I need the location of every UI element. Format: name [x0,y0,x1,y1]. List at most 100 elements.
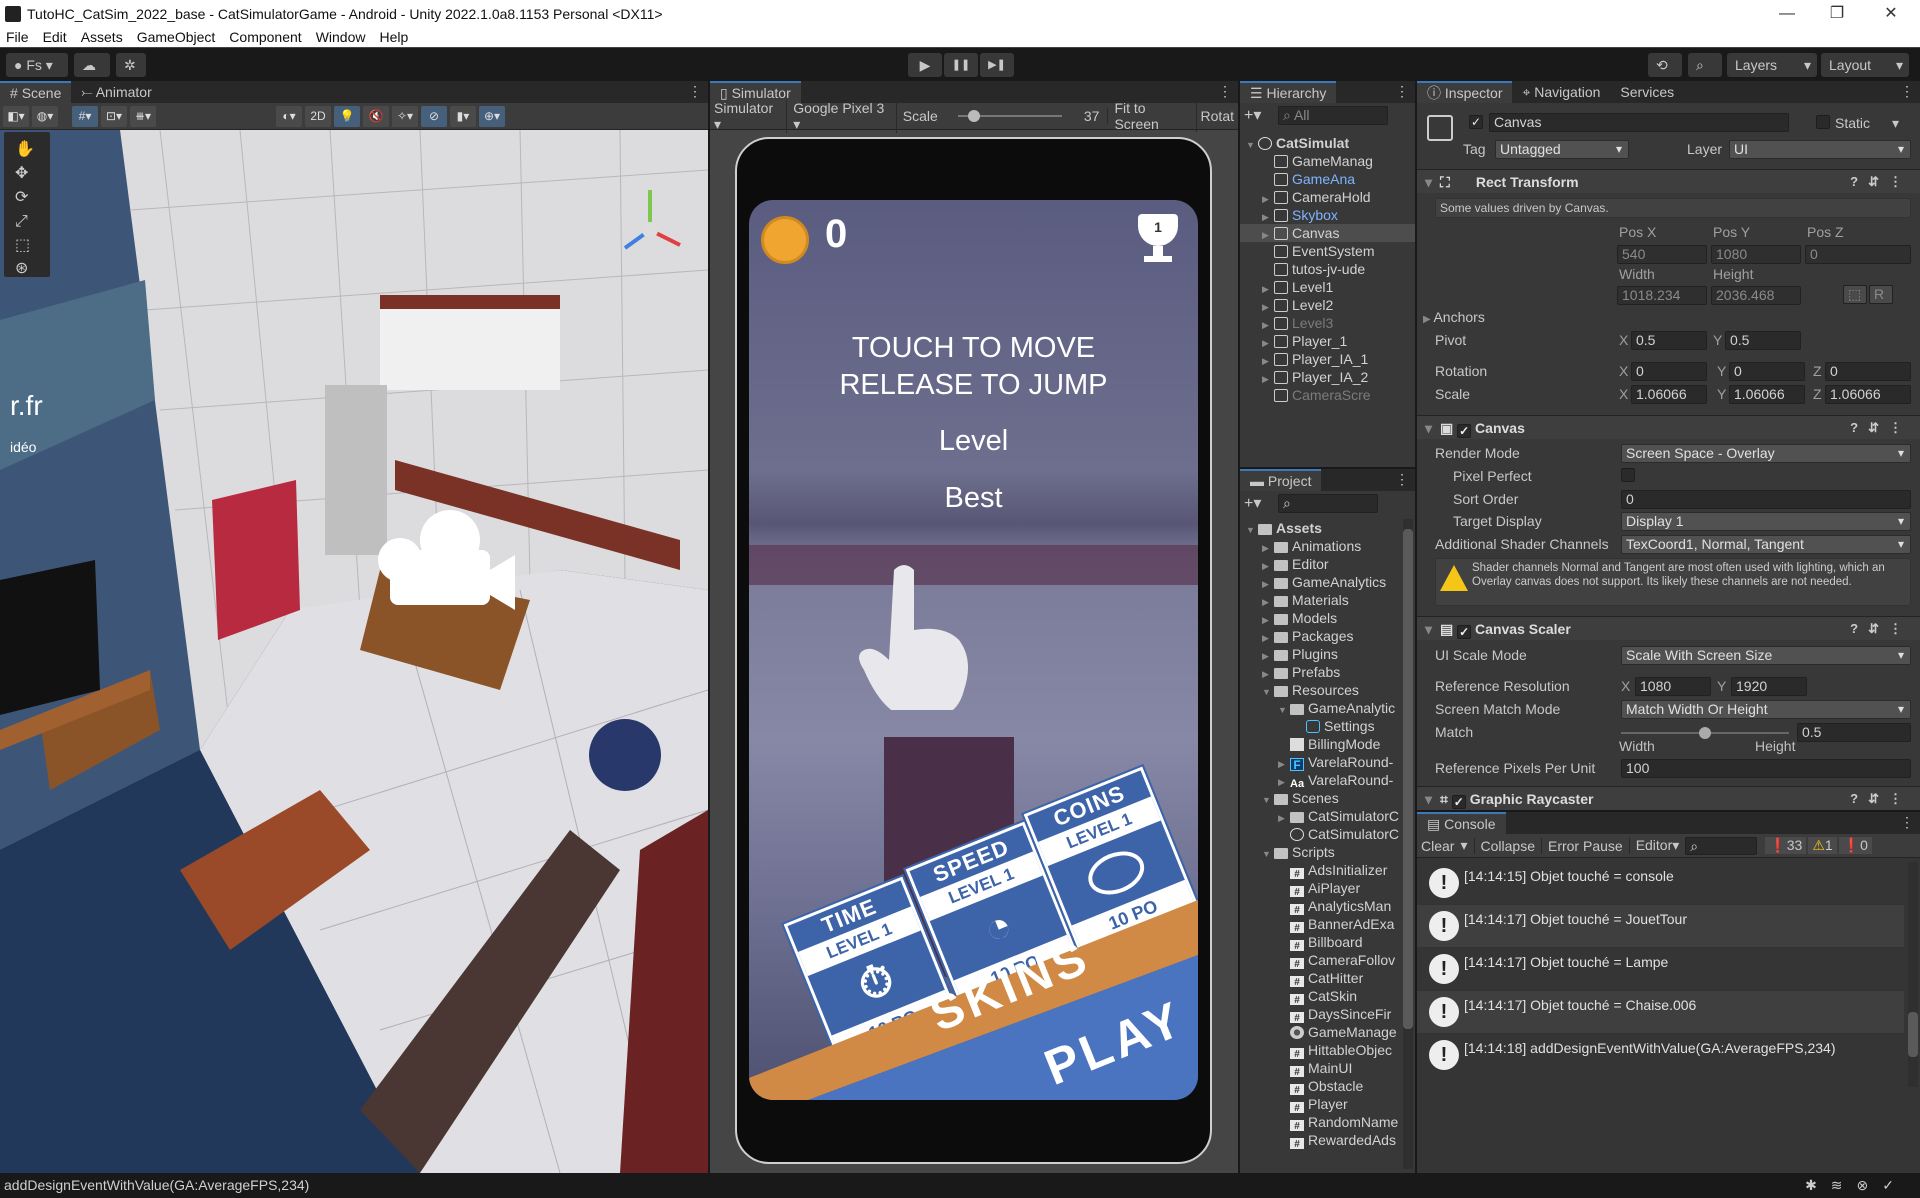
undo-history-button[interactable]: ⟲ [1648,53,1682,77]
project-item[interactable]: # HittableObjec [1240,1041,1401,1059]
pixels-per-unit-field[interactable]: 100 [1621,759,1911,778]
foldout-arrow-icon[interactable]: ▶ [1278,755,1290,771]
project-item[interactable]: BillingMode [1240,735,1401,753]
rotation-x-field[interactable]: 0 [1631,362,1707,381]
collapse-button[interactable]: Collapse [1473,837,1541,854]
project-item[interactable]: # AiPlayer [1240,879,1401,897]
console-entry[interactable]: ! [14:14:17] Objet touché = Chaise.006 [1417,991,1904,1034]
tab-project[interactable]: ▬ Project [1240,469,1322,491]
blueprint-button[interactable]: ⬚ [1843,285,1867,304]
more-icon[interactable]: ⋮ [1218,83,1232,100]
warning-filter-toggle[interactable]: ⚠1 [1808,837,1837,854]
project-item[interactable]: ▶ GameAnalytics [1240,573,1401,591]
foldout-arrow-icon[interactable]: ▶ [1262,665,1274,681]
match-slider[interactable] [1621,727,1789,739]
cache-icon[interactable]: ≋ [1831,1177,1857,1193]
project-item[interactable]: ▶ Editor [1240,555,1401,573]
rotate-button[interactable]: Rotat [1197,108,1238,124]
foldout-arrow-icon[interactable]: ▼ [1278,701,1290,717]
more-icon[interactable]: ⋮ [1395,471,1409,488]
camera-button[interactable]: ▮▾ [450,105,476,127]
lighting-toggle[interactable]: 💡 [334,105,360,127]
sort-order-field[interactable]: 0 [1621,490,1911,509]
canvas-enabled-checkbox[interactable]: ✓ [1457,424,1472,438]
posx-field[interactable]: 540 [1617,245,1707,264]
shader-channels-dropdown[interactable]: TexCoord1, Normal, Tangent [1621,535,1911,554]
project-item[interactable]: ▶ Animations [1240,537,1401,555]
foldout-arrow-icon[interactable]: ▶ [1262,208,1274,224]
project-item[interactable]: # BannerAdExa [1240,915,1401,933]
scale-slider[interactable] [957,110,1062,122]
hierarchy-item[interactable]: ▶ CameraHold [1240,188,1415,206]
search-button[interactable]: ⌕ [1688,53,1722,77]
menu-file[interactable]: File [6,29,29,45]
create-button[interactable]: +▾ [1244,493,1261,513]
layers-dropdown[interactable]: Layers ▾ [1727,53,1817,77]
menu-gameobject[interactable]: GameObject [137,29,216,45]
console-search-input[interactable]: ⌕ [1685,836,1758,855]
editor-dropdown[interactable]: Editor▾ [1628,837,1686,854]
hierarchy-item[interactable]: GameAna [1240,170,1415,188]
effects-toggle[interactable]: ✧▾ [392,105,418,127]
hierarchy-item[interactable]: ▶ Player_IA_2 [1240,368,1415,386]
console-entry[interactable]: ! [14:14:17] Objet touché = JouetTour [1417,905,1904,948]
tab-console[interactable]: ▤ Console [1417,812,1506,834]
hierarchy-item[interactable]: ▶ Player_IA_1 [1240,350,1415,368]
rotation-z-field[interactable]: 0 [1825,362,1911,381]
foldout-arrow-icon[interactable]: ▶ [1262,226,1274,242]
foldout-arrow-icon[interactable]: ▶ [1262,539,1274,555]
log-filter-toggle[interactable]: ❗33 [1765,837,1807,854]
project-item[interactable]: ▼ GameAnalytic [1240,699,1401,717]
gizmos-button[interactable]: ⊕▾ [479,105,505,127]
hierarchy-item[interactable]: ▶ Player_1 [1240,332,1415,350]
status-message[interactable]: addDesignEventWithValue(GA:AverageFPS,23… [4,1177,309,1193]
rotation-y-field[interactable]: 0 [1729,362,1805,381]
render-mode-dropdown[interactable]: Screen Space - Overlay [1621,444,1911,463]
foldout-arrow-icon[interactable]: ▶ [1278,773,1290,789]
hand-tool-icon[interactable]: ✋ [15,139,35,158]
project-item[interactable]: CatSimulatorC [1240,825,1401,843]
pause-button[interactable]: ❚❚ [944,53,978,77]
device-dropdown[interactable]: Google Pixel 3 ▾ [787,99,897,133]
toggle-2d-button[interactable]: 2D [305,105,331,127]
hierarchy-item[interactable]: ▶ Level2 [1240,296,1415,314]
error-pause-button[interactable]: Error Pause [1540,837,1629,854]
project-item[interactable]: ▼ Scripts [1240,843,1401,861]
project-item[interactable]: # Player [1240,1095,1401,1113]
increment-snap-button[interactable]: ⧻▾ [130,105,156,127]
tag-dropdown[interactable]: Untagged [1495,140,1629,159]
static-dropdown[interactable]: ▾ [1892,115,1899,132]
transform-tool-icon[interactable]: ⊛ [15,258,28,277]
foldout-arrow-icon[interactable]: ▼ [1262,683,1274,699]
fit-to-screen-button[interactable]: Fit to Screen [1108,100,1197,132]
screen-match-mode-dropdown[interactable]: Match Width Or Height [1621,700,1911,719]
project-item[interactable]: ▼ Resources [1240,681,1401,699]
target-display-dropdown[interactable]: Display 1 [1621,512,1911,531]
project-item[interactable]: # AdsInitializer [1240,861,1401,879]
foldout-arrow-icon[interactable]: ▶ [1262,352,1274,368]
pixel-perfect-checkbox[interactable] [1621,468,1635,482]
add-button[interactable]: +▾ [1244,105,1261,125]
layout-dropdown[interactable]: Layout ▾ [1821,53,1909,77]
foldout-arrow-icon[interactable]: ▶ [1262,298,1274,314]
menu-window[interactable]: Window [316,29,366,45]
error-filter-toggle[interactable]: ❗0 [1838,837,1872,854]
ref-res-x-field[interactable]: 1080 [1635,677,1711,696]
minimize-button[interactable]: — [1764,0,1810,27]
project-item[interactable]: ▶ Aa VarelaRound- [1240,771,1401,789]
match-field[interactable]: 0.5 [1797,723,1911,742]
foldout-arrow-icon[interactable]: ▶ [1262,370,1274,386]
anchors-foldout[interactable]: ▶ Anchors [1423,309,1485,325]
scene-viewport[interactable]: r.fr idéo ✋ ✥ ⟳ ⤢ ⬚ ⊛ [0,130,708,1173]
menu-assets[interactable]: Assets [81,29,123,45]
hierarchy-item[interactable]: ▶ Level3 [1240,314,1415,332]
canvas-scaler-header[interactable]: ▾ ▤ ✓ Canvas Scaler ?⇵⋮ [1417,616,1920,640]
project-item[interactable]: # MainUI [1240,1059,1401,1077]
menu-component[interactable]: Component [229,29,301,45]
project-item[interactable]: ▶ Prefabs [1240,663,1401,681]
foldout-arrow-icon[interactable]: ▶ [1262,575,1274,591]
tab-services[interactable]: Services [1610,81,1684,103]
tab-hierarchy[interactable]: ☰ Hierarchy [1240,81,1337,103]
scaler-enabled-checkbox[interactable]: ✓ [1457,625,1472,639]
snap-button[interactable]: ⊡▾ [101,105,127,127]
